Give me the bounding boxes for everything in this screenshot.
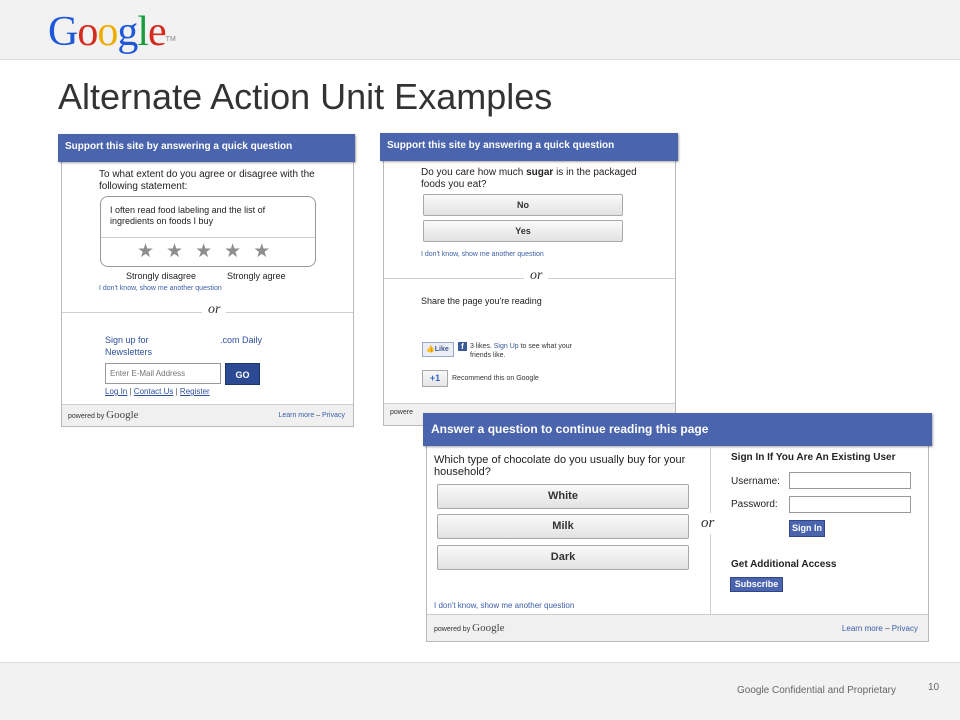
google-logo: GoogleTM: [48, 10, 176, 54]
facebook-signup-link[interactable]: Sign Up: [494, 343, 519, 350]
logo-trademark: TM: [165, 36, 176, 43]
logo-letter: l: [137, 9, 149, 55]
logo-letters: Google: [48, 9, 167, 55]
survey-question: Which type of chocolate do you usually b…: [434, 454, 686, 478]
facebook-like-button[interactable]: 👍Like: [422, 342, 454, 357]
skip-question-link[interactable]: I don't know, show me another question: [434, 601, 574, 610]
like-count-text: 3 likes.: [470, 343, 494, 350]
star-icon[interactable]: ★: [137, 241, 166, 262]
unit-footer: powered by Google Learn more – Privacy: [427, 614, 928, 641]
answer-button-no[interactable]: No: [423, 194, 623, 216]
question-text: Do you care how much: [421, 167, 527, 178]
star-icon[interactable]: ★: [253, 241, 282, 262]
newsletter-signup-text: Sign up for .com Daily Newsletters: [105, 334, 275, 358]
login-action-unit: Answer a question to continue reading th…: [423, 413, 932, 642]
survey-question: Do you care how much sugar is in the pac…: [421, 167, 651, 191]
statement-rating-box: I often read food labeling and the list …: [100, 196, 316, 267]
powered-by-google: powere: [390, 409, 413, 416]
or-label: or: [697, 513, 719, 534]
powered-by-google: powered by Google: [434, 622, 505, 634]
scale-label-high: Strongly agree: [227, 271, 286, 281]
like-label: Like: [434, 346, 449, 353]
link-separator: |: [129, 387, 132, 396]
facebook-like-count: 3 likes. Sign Up to see what your friend…: [470, 342, 580, 360]
username-input[interactable]: [789, 472, 911, 489]
answer-button-dark[interactable]: Dark: [437, 545, 689, 570]
share-page-text: Share the page you're reading: [421, 296, 542, 306]
star-icon[interactable]: ★: [195, 241, 224, 262]
login-link[interactable]: Log In: [105, 387, 127, 396]
logo-letter: o: [97, 9, 118, 55]
box-divider: [101, 237, 315, 238]
newsletter-line1: Sign up for: [105, 335, 149, 345]
answer-button-yes[interactable]: Yes: [423, 220, 623, 242]
account-links: Log In | Contact Us | Register: [105, 387, 210, 396]
subscribe-button[interactable]: Subscribe: [730, 577, 783, 592]
newsletter-line1b: .com Daily: [220, 335, 263, 345]
answer-button-white[interactable]: White: [437, 484, 689, 509]
skip-question-link[interactable]: I don't know, show me another question: [421, 251, 544, 258]
password-input[interactable]: [789, 496, 911, 513]
slide-title: Alternate Action Unit Examples: [58, 76, 553, 117]
learn-more-link[interactable]: Learn more: [278, 412, 314, 419]
question-keyword: sugar: [526, 167, 554, 178]
unit-footer: powered by Google Learn more – Privacy: [62, 404, 353, 426]
unit-header: Answer a question to continue reading th…: [423, 413, 932, 446]
additional-access-heading: Get Additional Access: [731, 559, 837, 570]
learn-more-link[interactable]: Learn more: [842, 624, 883, 633]
powered-by-text: powered by: [434, 626, 471, 633]
star-icon[interactable]: ★: [224, 241, 253, 262]
password-label: Password:: [731, 499, 778, 510]
star-rating[interactable]: ★★★★★: [137, 240, 282, 263]
signin-heading: Sign In If You Are An Existing User: [731, 452, 896, 463]
dash: –: [316, 412, 321, 419]
signin-button[interactable]: Sign In: [789, 520, 825, 537]
google-brand: Google: [472, 622, 505, 634]
email-input[interactable]: [105, 363, 221, 384]
learn-more-privacy: Learn more – Privacy: [842, 624, 918, 633]
newsletter-line2: Newsletters: [105, 347, 153, 357]
logo-letter: e: [148, 9, 167, 55]
google-plusone-button[interactable]: +1: [422, 370, 448, 387]
dash: –: [885, 624, 890, 633]
logo-letter: o: [77, 9, 98, 55]
privacy-link[interactable]: Privacy: [322, 412, 345, 419]
confidential-notice: Google Confidential and Proprietary: [737, 685, 896, 696]
google-brand: Google: [106, 409, 139, 421]
answer-button-milk[interactable]: Milk: [437, 514, 689, 539]
survey-action-unit: Support this site by answering a quick q…: [58, 134, 355, 427]
statement-text: I often read food labeling and the list …: [110, 205, 266, 226]
scale-label-low: Strongly disagree: [126, 271, 197, 281]
social-action-unit: Support this site by answering a quick q…: [380, 133, 678, 426]
powered-by-text: powered by: [68, 413, 105, 420]
privacy-link[interactable]: Privacy: [892, 624, 918, 633]
skip-question-link[interactable]: I don't know, show me another question: [99, 285, 222, 292]
recommend-text: Recommend this on Google: [452, 375, 539, 382]
powered-by-google: powered by Google: [68, 409, 139, 421]
page-number: 10: [928, 682, 940, 693]
learn-more-privacy: Learn more – Privacy: [278, 412, 345, 419]
register-link[interactable]: Register: [180, 387, 210, 396]
contact-link[interactable]: Contact Us: [134, 387, 174, 396]
go-button[interactable]: GO: [225, 363, 260, 385]
or-label: or: [202, 302, 227, 318]
logo-letter: G: [48, 9, 78, 55]
survey-question: To what extent do you agree or disagree …: [99, 169, 315, 192]
facebook-icon: f: [458, 342, 467, 351]
or-label: or: [524, 268, 549, 284]
link-separator: |: [175, 387, 178, 396]
username-label: Username:: [731, 476, 780, 487]
unit-header: Support this site by answering a quick q…: [58, 134, 355, 162]
star-icon[interactable]: ★: [166, 241, 195, 262]
unit-header: Support this site by answering a quick q…: [380, 133, 678, 161]
logo-letter: g: [117, 9, 138, 55]
